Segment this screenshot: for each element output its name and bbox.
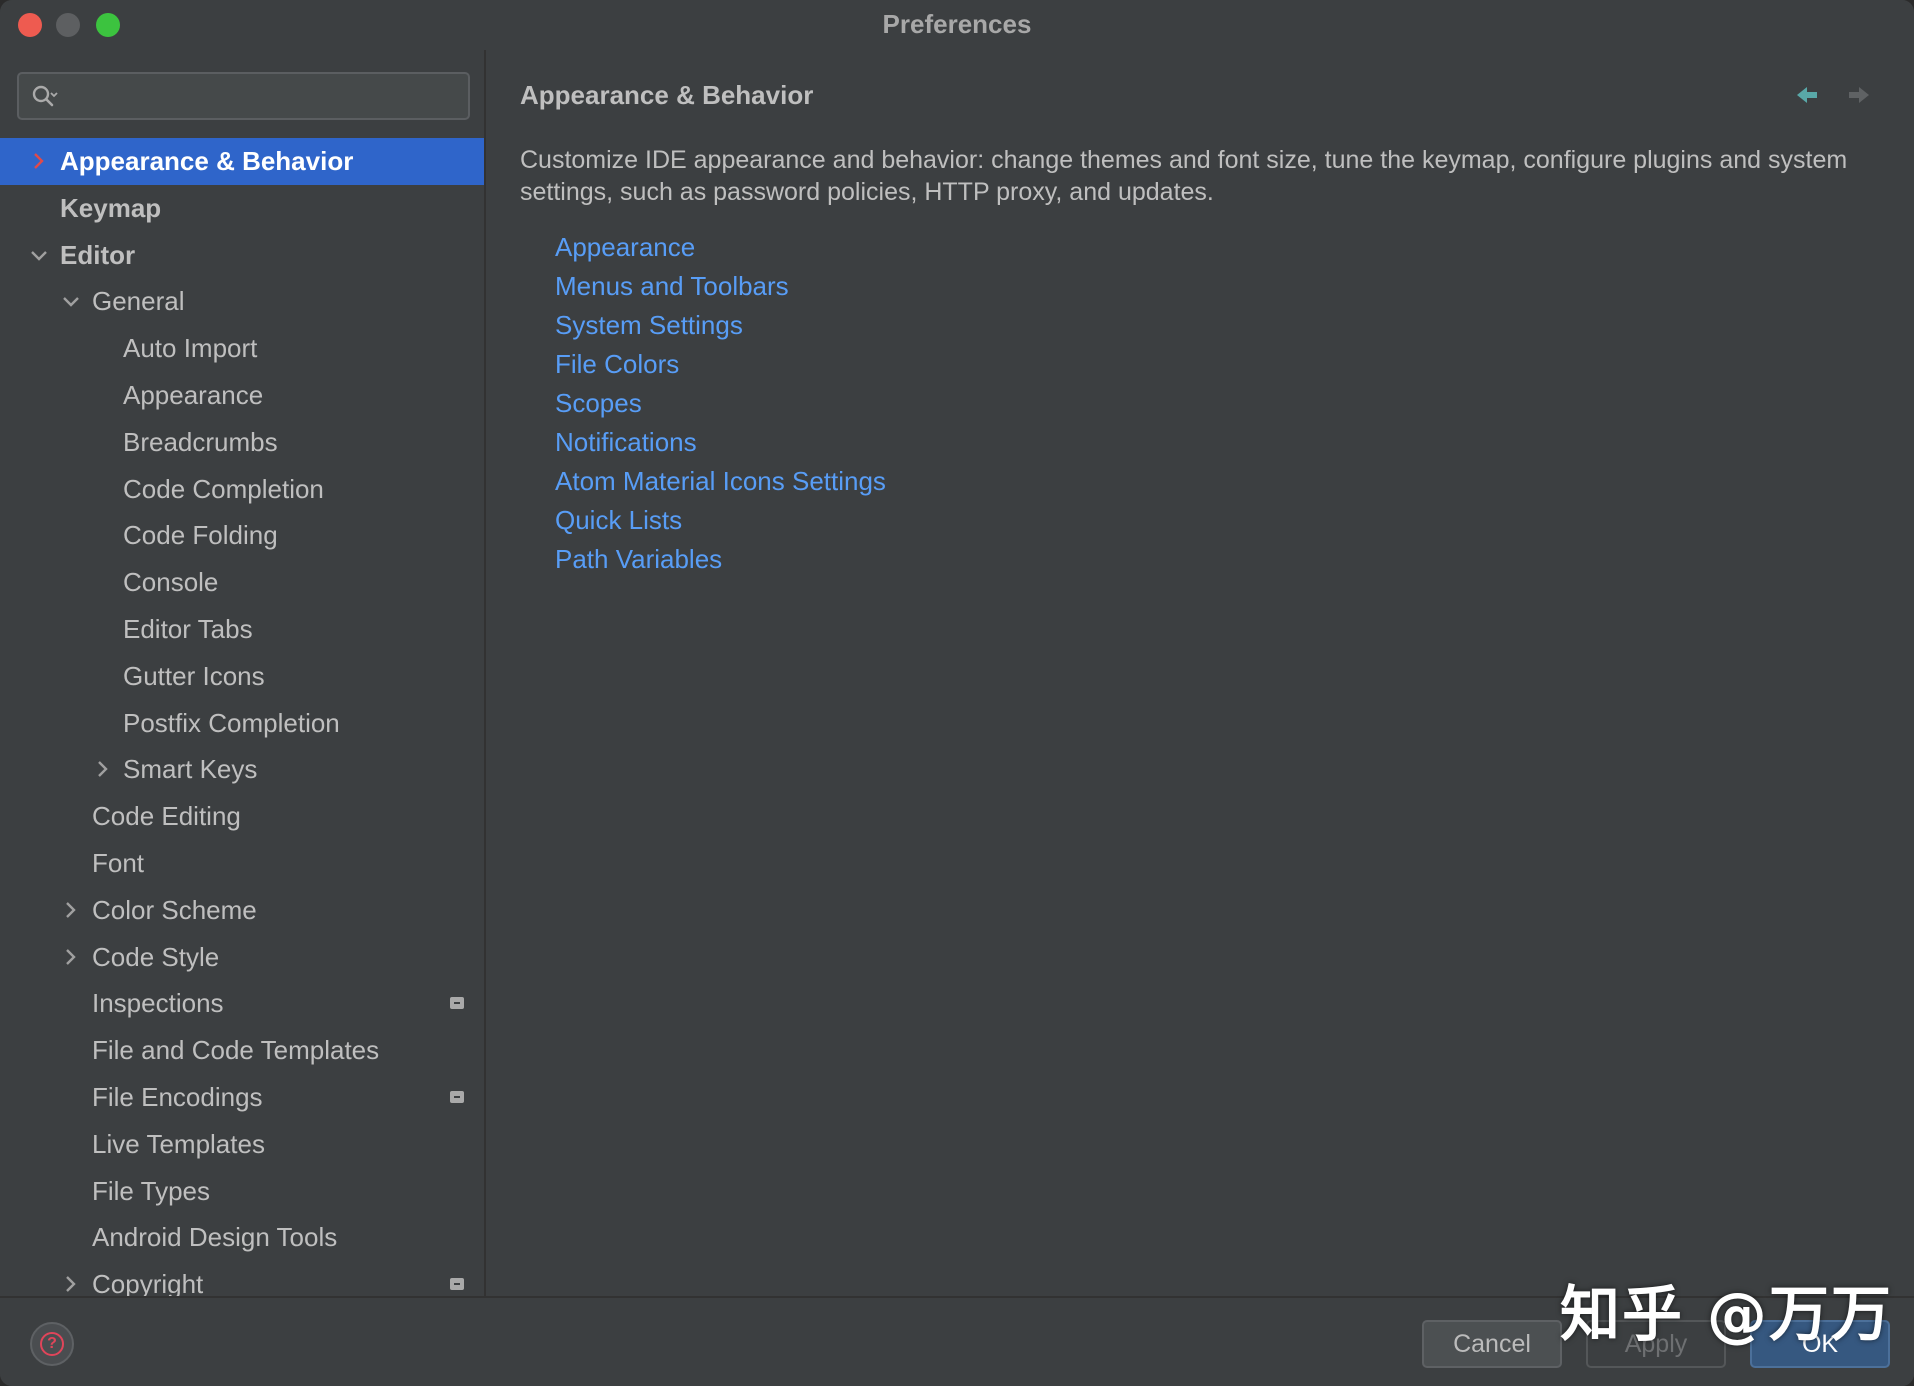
search-icon bbox=[32, 85, 58, 107]
help-button[interactable]: ? bbox=[30, 1322, 74, 1366]
sidebar-item[interactable]: Smart Keys bbox=[0, 746, 484, 793]
sidebar-item[interactable]: Console bbox=[0, 559, 484, 606]
project-level-icon bbox=[450, 997, 464, 1010]
sidebar-item[interactable]: Inspections bbox=[0, 980, 484, 1027]
sidebar-item[interactable]: Editor Tabs bbox=[0, 606, 484, 653]
subpage-link[interactable]: Quick Lists bbox=[555, 501, 886, 540]
chevron-right-icon[interactable] bbox=[62, 887, 82, 933]
sidebar-item-label: Breadcrumbs bbox=[123, 426, 278, 457]
subpage-link[interactable]: Scopes bbox=[555, 384, 886, 423]
sidebar-item-label: Editor bbox=[60, 239, 136, 270]
window-title: Preferences bbox=[882, 9, 1032, 39]
minimize-window-button[interactable] bbox=[56, 13, 80, 37]
sidebar-item-label: File Encodings bbox=[92, 1081, 263, 1112]
sidebar-item-label: Keymap bbox=[60, 192, 162, 223]
sidebar-item-label: Inspections bbox=[92, 988, 224, 1019]
sidebar-item-label: Android Design Tools bbox=[92, 1222, 338, 1253]
chevron-down-icon[interactable] bbox=[62, 278, 82, 324]
chevron-right-icon[interactable] bbox=[30, 138, 50, 184]
chevron-right-icon[interactable] bbox=[62, 1261, 82, 1296]
preferences-window: Preferences Appearance & Behavior Keymap E… bbox=[0, 0, 1914, 1386]
sidebar-item-label: Live Templates bbox=[92, 1128, 265, 1159]
project-level-icon bbox=[450, 1090, 464, 1103]
sidebar-item[interactable]: File Encodings bbox=[0, 1074, 484, 1121]
question-circle-icon: ? bbox=[40, 1332, 64, 1356]
subpage-link[interactable]: File Colors bbox=[555, 345, 886, 384]
sidebar-item[interactable]: General bbox=[0, 278, 484, 325]
chevron-right-icon[interactable] bbox=[62, 934, 82, 980]
sidebar-item-label: Code Style bbox=[92, 941, 220, 972]
settings-content-panel: Appearance & Behavior Customize IDE appe… bbox=[488, 50, 1914, 1296]
sidebar-item[interactable]: Code Editing bbox=[0, 793, 484, 840]
sidebar-item[interactable]: File Types bbox=[0, 1168, 484, 1215]
chevron-right-icon[interactable] bbox=[94, 746, 114, 792]
sidebar-item[interactable]: Gutter Icons bbox=[0, 653, 484, 700]
sidebar-item-label: Smart Keys bbox=[123, 754, 258, 785]
subpage-link[interactable]: System Settings bbox=[555, 306, 886, 345]
sidebar-item[interactable]: Copyright bbox=[0, 1261, 484, 1296]
sidebar-item-label: Code Folding bbox=[123, 520, 278, 551]
sidebar-item-label: Color Scheme bbox=[92, 894, 257, 925]
sidebar-item-label: Appearance & Behavior bbox=[60, 146, 354, 176]
arrow-left-icon[interactable] bbox=[1795, 84, 1821, 111]
sidebar-item-label: Copyright bbox=[92, 1269, 204, 1296]
watermark: 知乎 @万万 bbox=[1560, 1280, 1893, 1350]
settings-search-input[interactable] bbox=[69, 80, 459, 112]
arrow-right-icon[interactable] bbox=[1845, 84, 1871, 111]
sidebar-item[interactable]: Android Design Tools bbox=[0, 1214, 484, 1261]
subpage-link[interactable]: Appearance bbox=[555, 228, 886, 267]
sidebar-item-label: Console bbox=[123, 567, 219, 598]
page-description: Customize IDE appearance and behavior: c… bbox=[520, 146, 1848, 206]
sidebar-item[interactable]: Code Completion bbox=[0, 466, 484, 513]
sidebar-item[interactable]: Appearance bbox=[0, 372, 484, 419]
sidebar-item-label: File Types bbox=[92, 1175, 211, 1206]
sidebar-item-label: Editor Tabs bbox=[123, 613, 253, 644]
subpage-links: Appearance Menus and Toolbars System Setti… bbox=[555, 228, 886, 579]
title-bar: Preferences bbox=[0, 0, 1914, 50]
settings-sidebar: Appearance & Behavior Keymap Editor General… bbox=[0, 50, 486, 1296]
sidebar-item[interactable]: Font bbox=[0, 840, 484, 887]
sidebar-item[interactable]: Keymap bbox=[0, 185, 484, 232]
subpage-link[interactable]: Notifications bbox=[555, 423, 886, 462]
sidebar-item-label: Code Editing bbox=[92, 801, 241, 832]
sidebar-item[interactable]: Postfix Completion bbox=[0, 700, 484, 747]
sidebar-item[interactable]: Code Style bbox=[0, 934, 484, 981]
close-window-button[interactable] bbox=[18, 13, 42, 37]
sidebar-item-label: Postfix Completion bbox=[123, 707, 340, 738]
project-level-icon bbox=[450, 1278, 464, 1291]
sidebar-item[interactable]: Color Scheme bbox=[0, 887, 484, 934]
chevron-down-icon[interactable] bbox=[30, 232, 50, 278]
page-title: Appearance & Behavior bbox=[520, 80, 814, 110]
sidebar-item-label: Appearance bbox=[123, 379, 264, 410]
subpage-link[interactable]: Atom Material Icons Settings bbox=[555, 462, 886, 501]
sidebar-item-label: Auto Import bbox=[123, 333, 258, 364]
sidebar-item-label: File and Code Templates bbox=[92, 1035, 380, 1066]
sidebar-item[interactable]: File and Code Templates bbox=[0, 1027, 484, 1074]
sidebar-item[interactable]: Live Templates bbox=[0, 1121, 484, 1168]
settings-tree: Appearance & Behavior Keymap Editor General… bbox=[0, 138, 484, 1296]
sidebar-item-label: Font bbox=[92, 847, 145, 878]
settings-search-box[interactable] bbox=[17, 72, 470, 120]
subpage-link[interactable]: Path Variables bbox=[555, 540, 886, 579]
sidebar-item[interactable]: Code Folding bbox=[0, 512, 484, 559]
subpage-link[interactable]: Menus and Toolbars bbox=[555, 267, 886, 306]
sidebar-item[interactable]: Auto Import bbox=[0, 325, 484, 372]
maximize-window-button[interactable] bbox=[96, 13, 120, 37]
sidebar-item-label: General bbox=[92, 286, 185, 317]
sidebar-item[interactable]: Appearance & Behavior bbox=[0, 138, 484, 185]
cancel-button[interactable]: Cancel bbox=[1422, 1320, 1562, 1368]
sidebar-item-label: Gutter Icons bbox=[123, 660, 265, 691]
sidebar-item-label: Code Completion bbox=[123, 473, 324, 504]
sidebar-item[interactable]: Breadcrumbs bbox=[0, 419, 484, 466]
sidebar-item[interactable]: Editor bbox=[0, 232, 484, 279]
